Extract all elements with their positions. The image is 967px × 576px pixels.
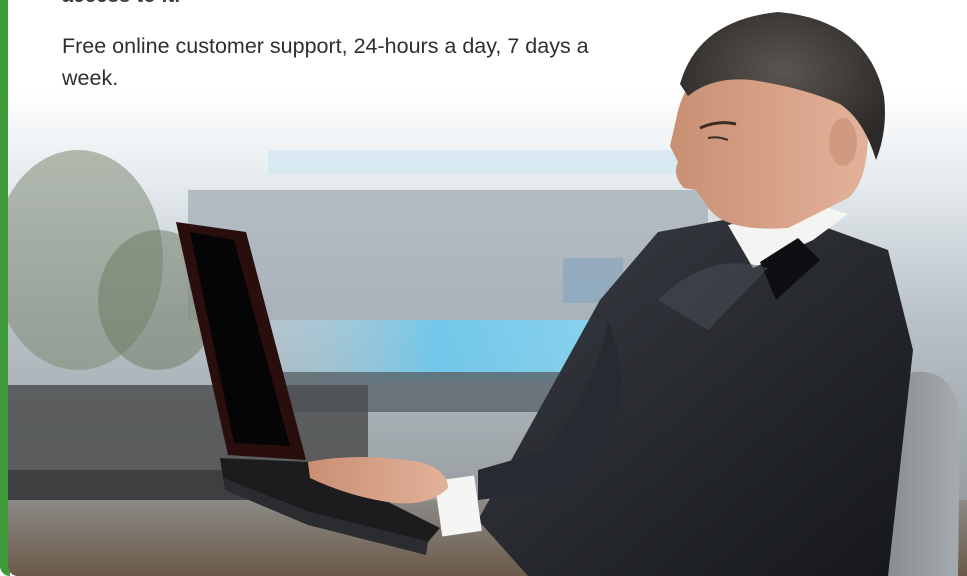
truncated-text: access to it. bbox=[62, 0, 180, 8]
support-text: Free online customer support, 24-hours a… bbox=[62, 34, 589, 90]
support-banner: access to it. Free online customer suppo… bbox=[0, 0, 967, 576]
